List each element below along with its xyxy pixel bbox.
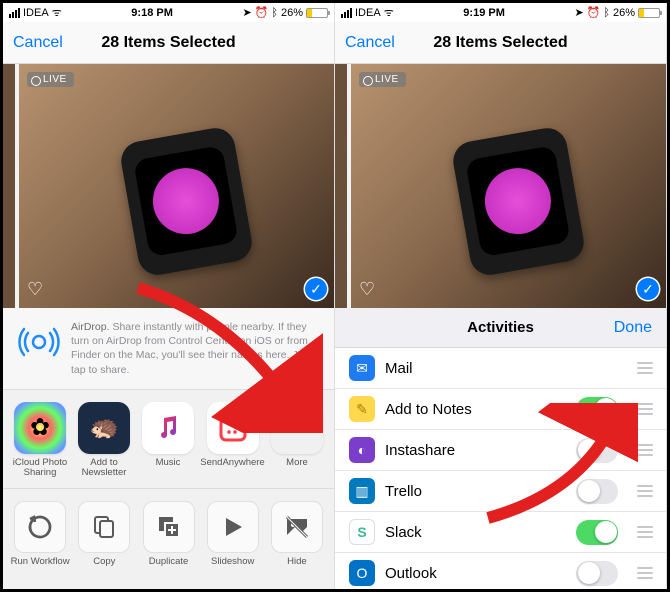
slack-icon: S xyxy=(349,519,375,545)
share-apps-row[interactable]: ✿ iCloud Photo Sharing 🦔 Add to Newslett… xyxy=(3,390,334,489)
live-badge: LIVE xyxy=(27,72,74,87)
sendanywhere-icon xyxy=(207,402,259,454)
reorder-handle-icon[interactable] xyxy=(636,526,654,538)
activity-row-mail[interactable]: ✉ Mail xyxy=(335,348,666,389)
activity-row-add-to-notes[interactable]: ✎ Add to Notes xyxy=(335,389,666,430)
prev-photo-sliver[interactable] xyxy=(335,64,347,308)
share-actions-row[interactable]: Run Workflow Copy Duplicate Slideshow Hi… xyxy=(3,489,334,587)
phone-right-activities: IDEA ᯤ 9:19 PM ➤ ⏰ ᛒ 26% Cancel 28 Items… xyxy=(335,3,667,589)
reorder-handle-icon[interactable] xyxy=(636,362,654,374)
status-time: 9:18 PM xyxy=(131,7,173,19)
toggle-instashare[interactable] xyxy=(576,438,618,463)
location-icon: ➤ xyxy=(242,6,251,19)
signal-icon xyxy=(341,8,352,18)
signal-icon xyxy=(9,8,20,18)
newsletter-icon: 🦔 xyxy=(78,402,130,454)
bluetooth-icon: ᛒ xyxy=(603,7,610,19)
nav-title: 28 Items Selected xyxy=(101,34,235,52)
music-icon xyxy=(142,402,194,454)
wifi-icon: ᯤ xyxy=(52,5,62,20)
activities-list[interactable]: ✉ Mail ✎ Add to Notes ◐ Instashare ▥ Tre… xyxy=(335,348,666,589)
live-badge: LIVE xyxy=(359,72,406,87)
copy-icon xyxy=(78,501,130,553)
app-sendanywhere[interactable]: SendAnywhere xyxy=(201,402,264,480)
airdrop-row[interactable]: AirDrop. Share instantly with people nea… xyxy=(3,308,334,390)
location-icon: ➤ xyxy=(574,6,583,19)
mail-icon: ✉ xyxy=(349,355,375,381)
nav-header: Cancel 28 Items Selected xyxy=(335,22,666,64)
action-run-workflow[interactable]: Run Workflow xyxy=(9,501,71,579)
toggle-outlook[interactable] xyxy=(576,561,618,586)
action-duplicate[interactable]: Duplicate xyxy=(137,501,199,579)
reorder-handle-icon[interactable] xyxy=(636,567,654,579)
app-music[interactable]: Music xyxy=(137,402,199,480)
airdrop-icon xyxy=(17,320,61,364)
app-more[interactable]: ••• More xyxy=(266,402,328,480)
battery-pct: 26% xyxy=(281,7,303,19)
photo-preview-strip[interactable]: LIVE ♡ ✓ xyxy=(335,64,666,308)
nav-header: Cancel 28 Items Selected xyxy=(3,22,334,64)
activity-row-outlook[interactable]: O Outlook xyxy=(335,553,666,589)
photo-thumbnail[interactable]: LIVE ♡ ✓ xyxy=(351,64,667,308)
favorite-icon[interactable]: ♡ xyxy=(359,279,375,300)
instashare-icon: ◐ xyxy=(349,437,375,463)
cancel-button[interactable]: Cancel xyxy=(13,34,63,52)
icloud-photo-icon: ✿ xyxy=(14,402,66,454)
battery-icon xyxy=(638,8,660,18)
nav-title: 28 Items Selected xyxy=(433,34,567,52)
slideshow-icon xyxy=(207,501,259,553)
action-hide[interactable]: Hide xyxy=(266,501,328,579)
action-copy[interactable]: Copy xyxy=(73,501,135,579)
carrier-label: IDEA xyxy=(355,7,381,19)
action-slideshow[interactable]: Slideshow xyxy=(202,501,264,579)
hide-icon xyxy=(271,501,323,553)
reorder-handle-icon[interactable] xyxy=(636,444,654,456)
toggle-trello[interactable] xyxy=(576,479,618,504)
activities-header: Activities Done xyxy=(335,308,666,348)
trello-icon: ▥ xyxy=(349,478,375,504)
app-icloud-photo-sharing[interactable]: ✿ iCloud Photo Sharing xyxy=(9,402,71,480)
reorder-handle-icon[interactable] xyxy=(636,403,654,415)
carrier-label: IDEA xyxy=(23,7,49,19)
activity-row-trello[interactable]: ▥ Trello xyxy=(335,471,666,512)
cancel-button[interactable]: Cancel xyxy=(345,34,395,52)
alarm-icon: ⏰ xyxy=(587,6,601,19)
selected-checkmark-icon[interactable]: ✓ xyxy=(637,278,659,300)
photo-thumbnail[interactable]: LIVE ♡ ✓ xyxy=(19,64,335,308)
status-time: 9:19 PM xyxy=(463,7,505,19)
photo-preview-strip[interactable]: LIVE ♡ ✓ xyxy=(3,64,334,308)
airdrop-text: AirDrop. Share instantly with people nea… xyxy=(71,320,320,377)
activity-row-slack[interactable]: S Slack xyxy=(335,512,666,553)
prev-photo-sliver[interactable] xyxy=(3,64,15,308)
alarm-icon: ⏰ xyxy=(255,6,269,19)
outlook-icon: O xyxy=(349,560,375,586)
activities-title: Activities xyxy=(467,319,534,336)
battery-pct: 26% xyxy=(613,7,635,19)
bluetooth-icon: ᛒ xyxy=(271,7,278,19)
battery-icon xyxy=(306,8,328,18)
status-bar: IDEA ᯤ 9:19 PM ➤ ⏰ ᛒ 26% xyxy=(335,3,666,22)
toggle-add-to-notes[interactable] xyxy=(576,397,618,422)
favorite-icon[interactable]: ♡ xyxy=(27,279,43,300)
workflow-icon xyxy=(14,501,66,553)
selected-checkmark-icon[interactable]: ✓ xyxy=(305,278,327,300)
phone-left-share-sheet: IDEA ᯤ 9:18 PM ➤ ⏰ ᛒ 26% Cancel 28 Items… xyxy=(3,3,335,589)
status-bar: IDEA ᯤ 9:18 PM ➤ ⏰ ᛒ 26% xyxy=(3,3,334,22)
activity-row-instashare[interactable]: ◐ Instashare xyxy=(335,430,666,471)
reorder-handle-icon[interactable] xyxy=(636,485,654,497)
app-add-to-newsletter[interactable]: 🦔 Add to Newsletter xyxy=(73,402,135,480)
wifi-icon: ᯤ xyxy=(384,5,394,20)
done-button[interactable]: Done xyxy=(614,319,652,337)
duplicate-icon xyxy=(143,501,195,553)
notes-icon: ✎ xyxy=(349,396,375,422)
toggle-slack[interactable] xyxy=(576,520,618,545)
more-icon: ••• xyxy=(271,402,323,454)
